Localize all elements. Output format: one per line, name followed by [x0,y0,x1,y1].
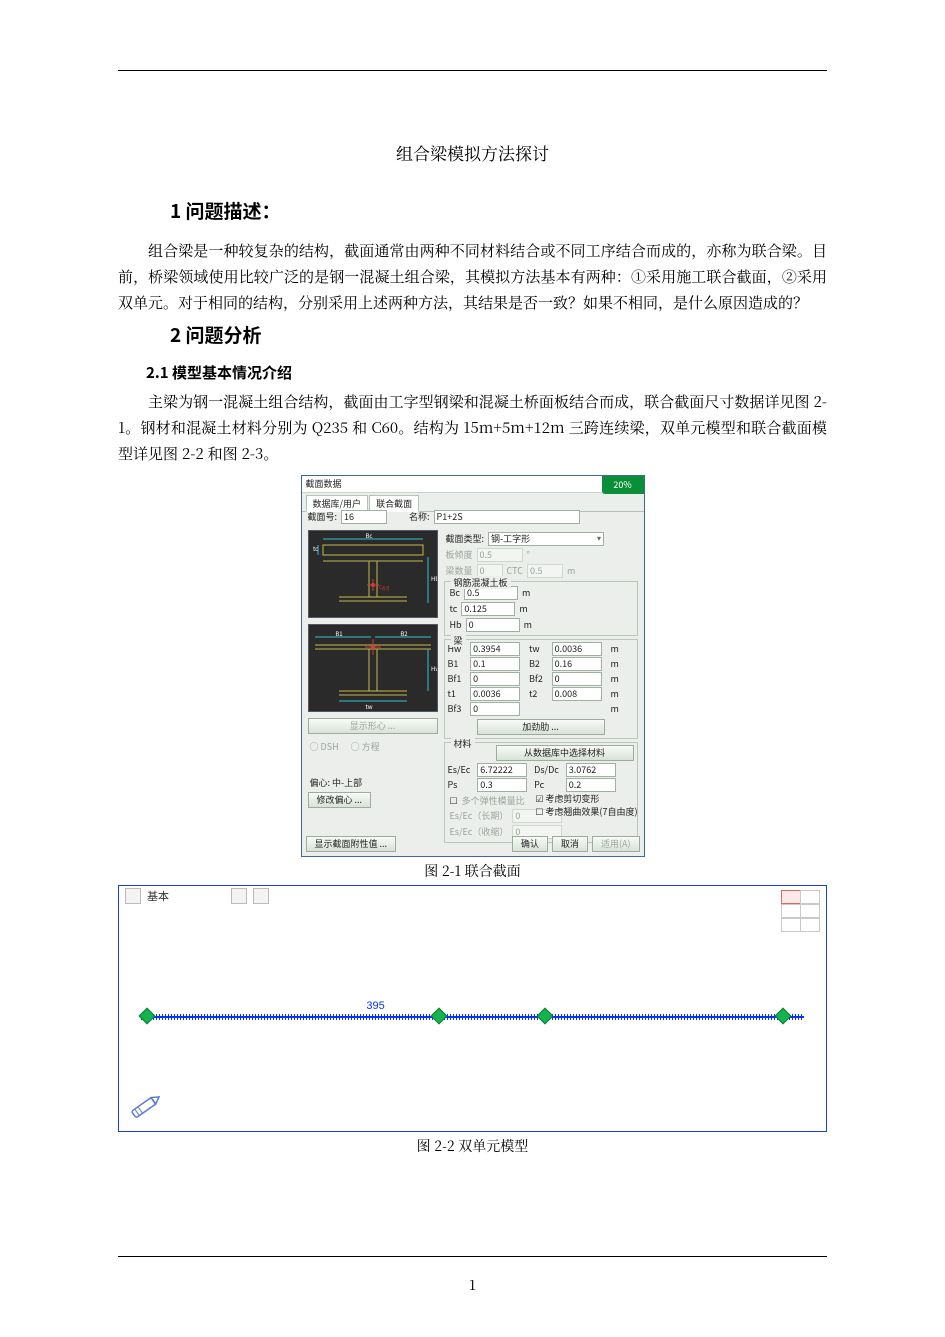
svg-text:B2: B2 [400,629,408,638]
input-ctc: 0.5 [527,564,563,578]
beam-dim-label: 395 [366,1000,384,1012]
input-t1[interactable]: 0.0036 [470,687,520,701]
checkbox-shear[interactable] [535,792,545,805]
button-apply: 适用(A) [592,836,640,852]
input-section-name[interactable]: P1+2S [434,510,580,524]
cad-label-bc: Bc [365,531,372,540]
radio-equation[interactable]: 方程 [351,740,380,753]
heading-2-model-intro: 2.1 模型基本情况介绍 [146,362,827,383]
node-3[interactable] [536,1007,553,1024]
dialog-body: 截面号: 16 名称: P1+2S [306,508,640,836]
radio-group-display: DSH 方程 [310,740,434,753]
label-align: 偏心: 中-上部 [310,776,638,789]
bottom-rule [118,1256,827,1257]
cad-label-hb: Hb [431,574,437,583]
pencil-icon [129,1096,163,1121]
dialog-titlebar: 截面数据 [302,476,644,493]
label-section-id: 截面号: [308,510,338,523]
input-bf3[interactable]: 0 [470,702,520,716]
fig21-caption: 图 2-1 联合截面 [118,861,827,881]
cad-preview-beam: B1 B2 Hw tw [308,624,438,712]
button-select-material[interactable]: 从数据库中选择材料 [496,745,634,761]
doc-title: 组合梁模拟方法探讨 [118,140,827,165]
input-slab-tilt: 0.5 [477,548,523,562]
fig22-caption: 图 2-2 双单元模型 [118,1136,827,1156]
node-4[interactable] [775,1007,792,1024]
tool-icon-3[interactable] [253,888,269,904]
page-number: 1 [0,1275,945,1295]
left-preview-column: Bc tc Hb Cg.g [308,530,436,759]
node-2[interactable] [430,1007,447,1024]
input-hb[interactable]: 0 [466,618,520,632]
button-show-section-props[interactable]: 显示截面附性值 ... [306,836,397,852]
fig22-model-view: 基本 395 [118,885,827,1132]
fig22-toolbar: 基本 [125,888,269,904]
group-rc-slab: 钢筋混凝土板 Bc0.5m tc0.125m Hb0m [444,581,638,636]
heading-1-problem-analysis: 2 问题分析 [170,321,827,348]
group-title-beam: 梁 [451,634,466,647]
radio-dsh[interactable]: DSH [310,740,339,753]
top-rule [118,70,827,71]
group-beam: 梁 Hw0.3954tw0.0036m B10.1B20.16m Bf10Bf2… [444,639,638,739]
svg-text:Hw: Hw [431,664,437,673]
row-section-id: 截面号: 16 名称: P1+2S [308,510,640,524]
toolbar-label-basic: 基本 [147,888,169,904]
label-slab-tilt: 板倾度 [446,548,473,561]
input-b1[interactable]: 0.1 [470,657,520,671]
svg-text:B1: B1 [335,629,342,638]
tool-icon-basic[interactable] [125,888,141,904]
checkbox-warp[interactable] [535,805,545,818]
button-cancel[interactable]: 取消 [552,836,588,852]
cad-preview-slab: Bc tc Hb Cg.g [308,530,438,618]
button-ok[interactable]: 确认 [512,836,548,852]
button-display-centroid: 显示形心 ... [308,718,438,734]
button-change-offset[interactable]: 修改偏心 ... [308,792,372,808]
select-section-type[interactable]: 钢-工字形 [488,532,604,546]
node-1[interactable] [139,1007,156,1024]
green-tag: 20% [602,476,644,494]
button-strengthen[interactable]: 加劲肋 ... [477,719,605,735]
input-tw[interactable]: 0.0036 [552,642,602,656]
input-b2[interactable]: 0.16 [552,657,602,671]
input-bf2[interactable]: 0 [552,672,602,686]
cad-label-cg: Cg.g [379,584,389,591]
paragraph-problem-description: 组合梁是一种较复杂的结构，截面通常由两种不同材料结合或不同工序结合而成的，亦称为… [118,238,827,315]
label-section-type: 截面类型: [446,532,485,545]
input-t2[interactable]: 0.008 [552,687,602,701]
heading-1-problem-description: 1 问题描述： [170,197,827,224]
dialog-bottom-row: 显示截面附性值 ... 确认 取消 适用(A) [306,836,640,852]
input-bf1[interactable]: 0 [470,672,520,686]
tool-icon-2[interactable] [231,888,247,904]
group-title-slab: 钢筋混凝土板 [451,576,511,589]
label-section-name: 名称: [409,510,430,523]
input-tc[interactable]: 0.125 [461,602,515,616]
input-section-id[interactable]: 16 [341,510,387,524]
group-title-material: 材料 [451,737,475,750]
fig21-dialog: 截面数据 20% 数据库/用户 联合截面 截面号: 16 名称: P1+2S [301,475,645,857]
view-cube[interactable] [782,890,820,932]
input-hw[interactable]: 0.3954 [470,642,520,656]
svg-text:tw: tw [365,702,372,711]
content-area: 组合梁模拟方法探讨 1 问题描述： 组合梁是一种较复杂的结构，截面通常由两种不同… [118,140,827,1156]
cad-label-tc: tc [313,544,318,553]
paragraph-model-intro: 主梁为钢一混凝土组合结构，截面由工字型钢梁和混凝土桥面板结合而成，联合截面尺寸数… [118,389,827,466]
